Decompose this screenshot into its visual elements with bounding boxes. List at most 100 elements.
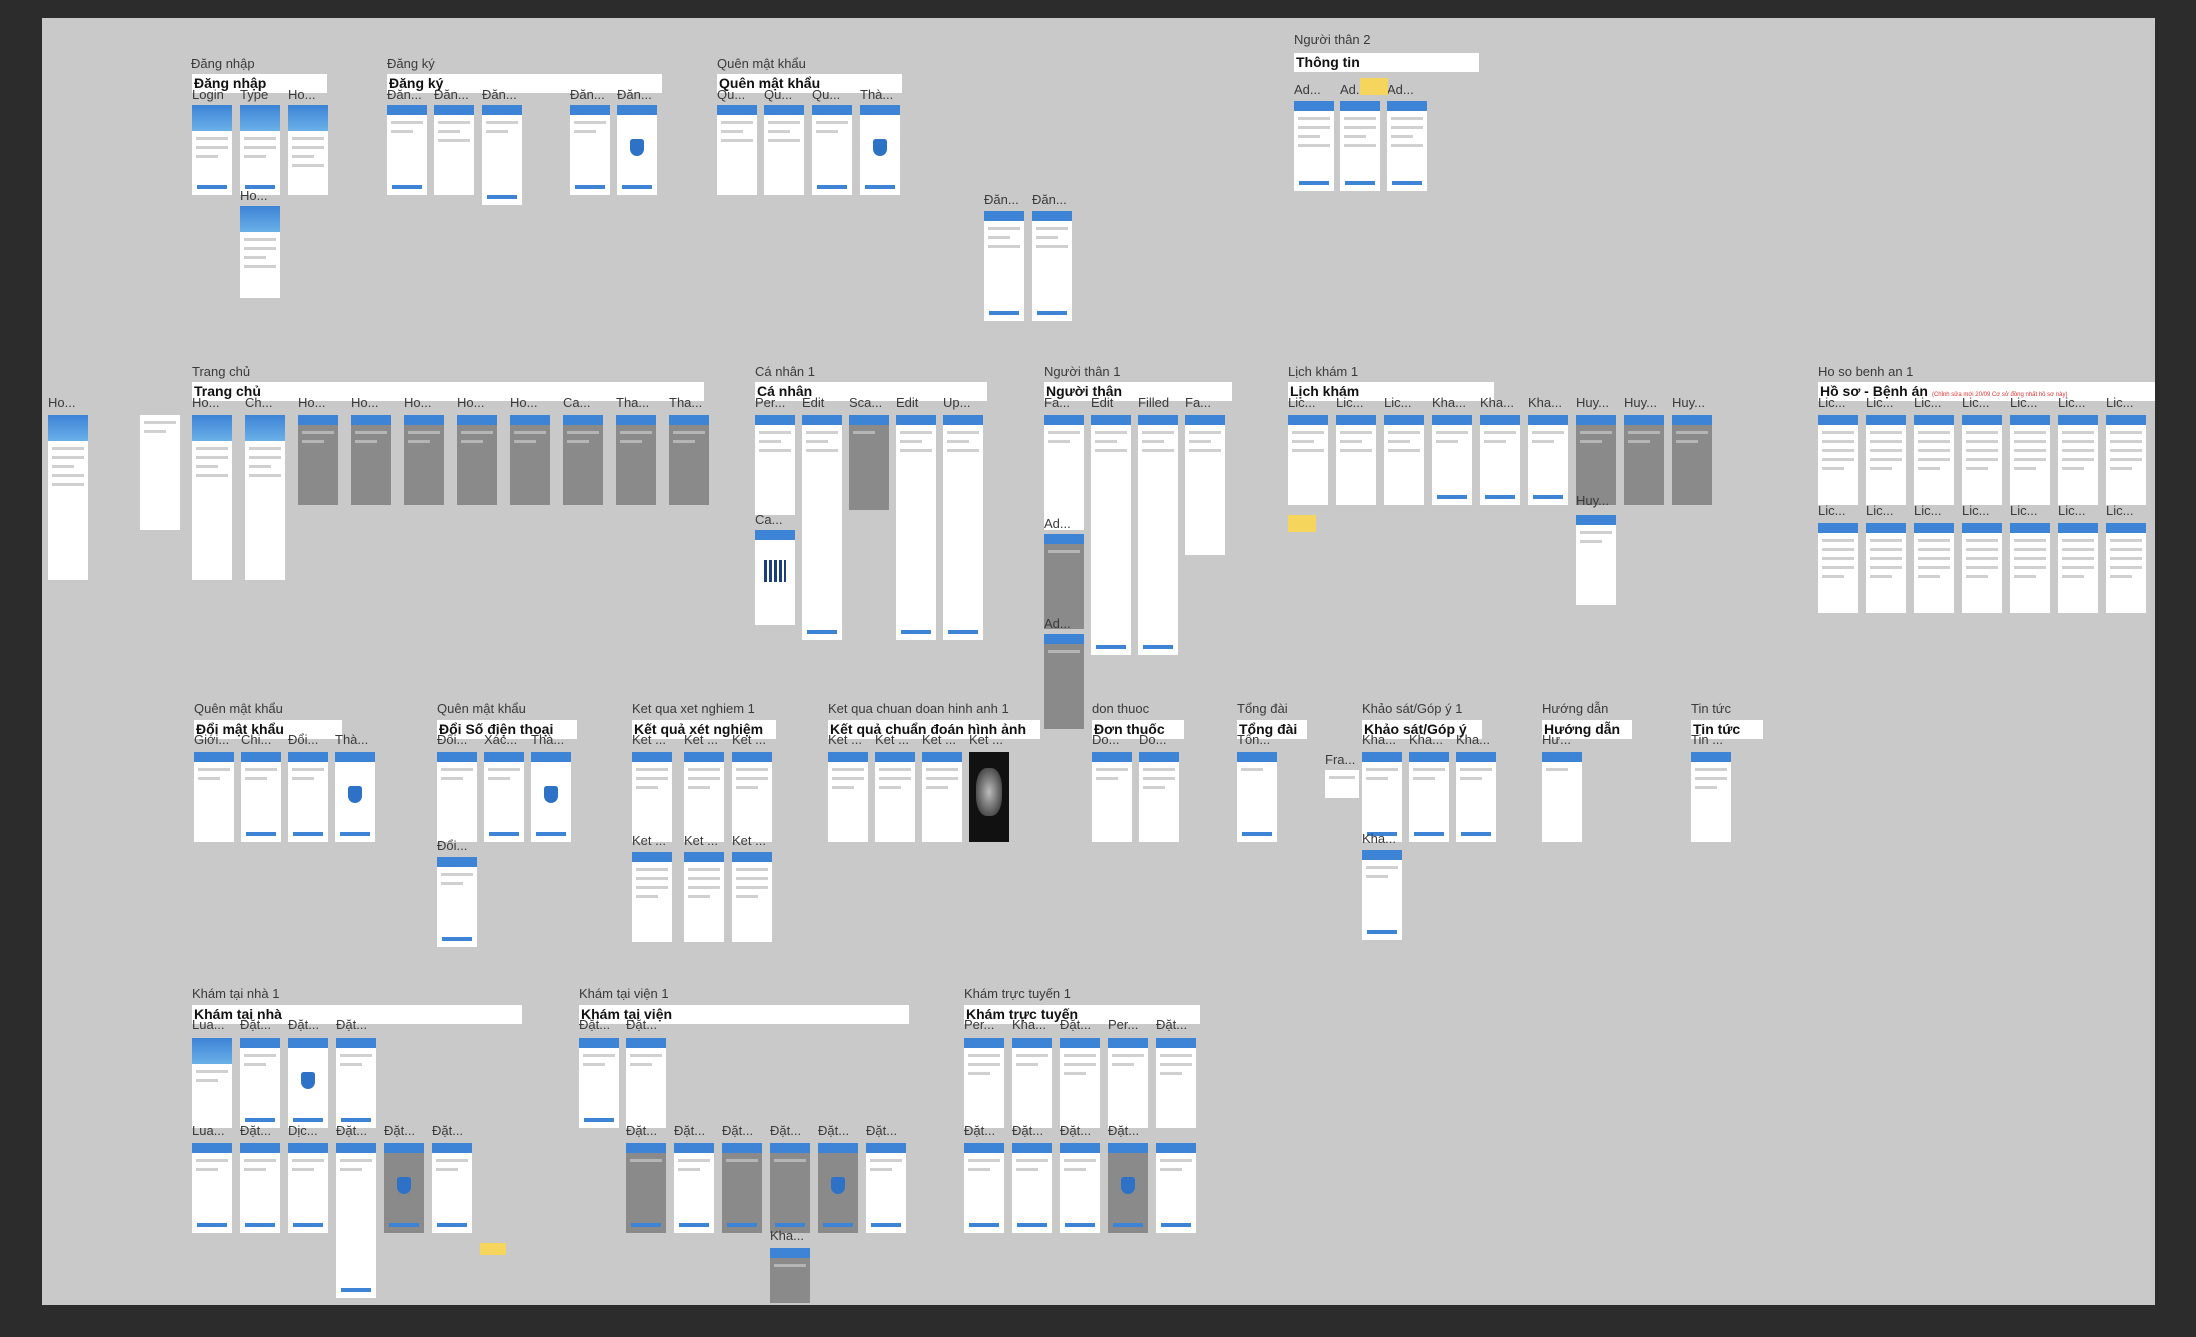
screen-frame-home[interactable] <box>245 415 285 580</box>
frame-label[interactable]: Kha... <box>1432 395 1472 410</box>
screen-frame-lich-kham[interactable] <box>1528 415 1568 505</box>
screen-frame-quen-mat-khau[interactable] <box>764 105 804 195</box>
frame-label[interactable]: Lic... <box>2058 395 2098 410</box>
section-label-quen-mat-khau[interactable]: Quên mật khẩu <box>717 56 806 71</box>
section-label-kham-truc-tuyen-1[interactable]: Khám trực tuyến 1 <box>964 986 1071 1001</box>
frame-label[interactable]: Lic... <box>1914 503 1954 518</box>
screen-frame-xet-nghiem[interactable] <box>632 852 672 942</box>
screen-frame-dang-nhap[interactable] <box>1032 211 1072 321</box>
frame-label[interactable]: Ket ... <box>828 732 870 747</box>
screen-frame-doi-sdt[interactable] <box>437 857 477 947</box>
screen-frame-ho-so[interactable] <box>1962 523 2002 613</box>
screen-frame-ho-so[interactable] <box>2106 415 2146 505</box>
frame-label[interactable]: Per... <box>1108 1017 1150 1032</box>
frame-label[interactable]: Ket ... <box>875 732 917 747</box>
frame-label[interactable]: Fra... <box>1325 752 1361 767</box>
frame-label[interactable]: Lic... <box>2010 395 2050 410</box>
section-label-quen-mat-khau[interactable]: Quên mật khẩu <box>194 701 283 716</box>
section-label-tin-tuc[interactable]: Tin tức <box>1691 701 1731 716</box>
frame-label[interactable]: Kha... <box>1456 732 1498 747</box>
screen-frame-huy-lich[interactable] <box>1672 415 1712 505</box>
screen-frame-kham-tai-vien[interactable] <box>579 1038 619 1128</box>
screen-frame-ho-so[interactable] <box>2010 415 2050 505</box>
frame-label[interactable]: Ho... <box>48 395 93 410</box>
screen-frame-splash[interactable] <box>140 415 180 530</box>
frame-label[interactable]: Do... <box>1139 732 1181 747</box>
section-label-khao-sat-gop-y-1[interactable]: Khảo sát/Góp ý 1 <box>1362 701 1462 716</box>
frame-label[interactable]: Đặt... <box>579 1017 621 1032</box>
screen-frame-kham-tai-nha[interactable] <box>432 1143 472 1233</box>
screen-frame-dang-nhap[interactable] <box>984 211 1024 321</box>
frame-label[interactable]: Đặt... <box>1060 1123 1102 1138</box>
screen-frame-kham-tai-vien[interactable] <box>674 1143 714 1233</box>
frame-label[interactable]: Đặt... <box>240 1123 282 1138</box>
screen-frame-huy-lich[interactable] <box>1576 415 1616 505</box>
frame-label[interactable]: Thà... <box>860 87 905 102</box>
frame-label[interactable]: Ket ... <box>732 732 774 747</box>
frame-label[interactable]: Lic... <box>1962 503 2002 518</box>
screen-frame-nguoi-than[interactable] <box>1387 101 1427 191</box>
section-label-trang-chu[interactable]: Trang chủ <box>192 364 250 379</box>
frame-label[interactable]: Ad... <box>1387 82 1427 97</box>
frame-label[interactable]: Do... <box>1092 732 1134 747</box>
screen-frame-nguoi-than[interactable] <box>1340 101 1380 191</box>
screen-frame-nguoi-than[interactable] <box>1044 415 1084 530</box>
frame-label[interactable]: Đặt... <box>288 1017 330 1032</box>
frame-label[interactable]: Đặt... <box>722 1123 764 1138</box>
screen-frame-ho-so[interactable] <box>1866 415 1906 505</box>
screen-frame-doi-mat-khau[interactable] <box>241 752 281 842</box>
frame-label[interactable]: Kha... <box>1012 1017 1054 1032</box>
screen-frame-hinh-anh[interactable] <box>828 752 868 842</box>
frame-label[interactable]: Tha... <box>669 395 714 410</box>
screen-frame-xac-thuc[interactable] <box>484 752 524 842</box>
frame-label[interactable]: Huy... <box>1576 493 1616 508</box>
frame-label[interactable]: Đổi... <box>437 838 479 853</box>
screen-frame-home-modal[interactable] <box>669 415 709 505</box>
frame-label[interactable]: Xác... <box>484 732 526 747</box>
screen-frame-thanh-cong[interactable] <box>335 752 375 842</box>
frame-label[interactable]: Lic... <box>2106 395 2146 410</box>
screen-frame-kham-truc-tuyen[interactable] <box>1156 1143 1196 1233</box>
frame-label[interactable]: Thà... <box>531 732 573 747</box>
frame-label[interactable]: Đặt... <box>336 1017 378 1032</box>
screen-frame-ho-so[interactable] <box>1914 523 1954 613</box>
section-label-quen-mat-khau[interactable]: Quên mật khẩu <box>437 701 526 716</box>
section-label-nguoi-than-2[interactable]: Người thân 2 <box>1294 32 1371 47</box>
screen-frame-kham-tai-nha[interactable] <box>288 1143 328 1233</box>
frame-label[interactable]: Fa... <box>1044 395 1089 410</box>
section-label-kham-tai-vien-1[interactable]: Khám tại viện 1 <box>579 986 669 1001</box>
frame-label[interactable]: Đặt... <box>384 1123 426 1138</box>
frame-label[interactable]: Ho... <box>351 395 396 410</box>
screen-frame-login[interactable] <box>192 105 232 195</box>
frame-label[interactable]: Đăn... <box>482 87 527 102</box>
frame-label[interactable]: Đăn... <box>1032 192 1077 207</box>
frame-label[interactable]: Lic... <box>2010 503 2050 518</box>
frame-label[interactable]: Kha... <box>1362 732 1404 747</box>
screen-frame-kham-tai-nha[interactable] <box>384 1143 424 1233</box>
screen-frame-dang-ky[interactable] <box>570 105 610 195</box>
screen-frame-kham-truc-tuyen[interactable] <box>1060 1143 1100 1233</box>
screen-frame-nguoi-than[interactable] <box>1185 415 1225 555</box>
screen-frame-kham-truc-tuyen[interactable] <box>1108 1038 1148 1128</box>
screen-frame-kham-truc-tuyen[interactable] <box>964 1143 1004 1233</box>
frame-label[interactable]: Đặt... <box>240 1017 282 1032</box>
frame-label[interactable]: Đặt... <box>626 1123 668 1138</box>
frame-label[interactable]: Per... <box>755 395 800 410</box>
screen-frame-kham-truc-tuyen[interactable] <box>1060 1038 1100 1128</box>
screen-frame-kham-truc-tuyen[interactable] <box>1012 1038 1052 1128</box>
screen-frame-ca-nhan[interactable] <box>755 415 795 515</box>
screen-frame-add[interactable] <box>1044 634 1084 729</box>
screen-frame-home[interactable] <box>240 206 280 298</box>
screen-frame-lich-kham[interactable] <box>1432 415 1472 505</box>
screen-frame-type[interactable] <box>240 105 280 195</box>
screen-frame-huong-dan[interactable] <box>1542 752 1582 842</box>
frame-label[interactable]: Lic... <box>1962 395 2002 410</box>
screen-frame-home-modal[interactable] <box>298 415 338 505</box>
screen-frame-doi-mat-khau[interactable] <box>194 752 234 842</box>
frame-label[interactable]: Ad... <box>1294 82 1334 97</box>
frame-label[interactable]: Lic... <box>2058 503 2098 518</box>
frame-label[interactable]: Đặt... <box>432 1123 474 1138</box>
frame-label[interactable]: Lic... <box>1914 395 1954 410</box>
screen-frame-kham-tai-vien[interactable] <box>770 1143 810 1233</box>
screen-frame-ho-so[interactable] <box>2058 415 2098 505</box>
